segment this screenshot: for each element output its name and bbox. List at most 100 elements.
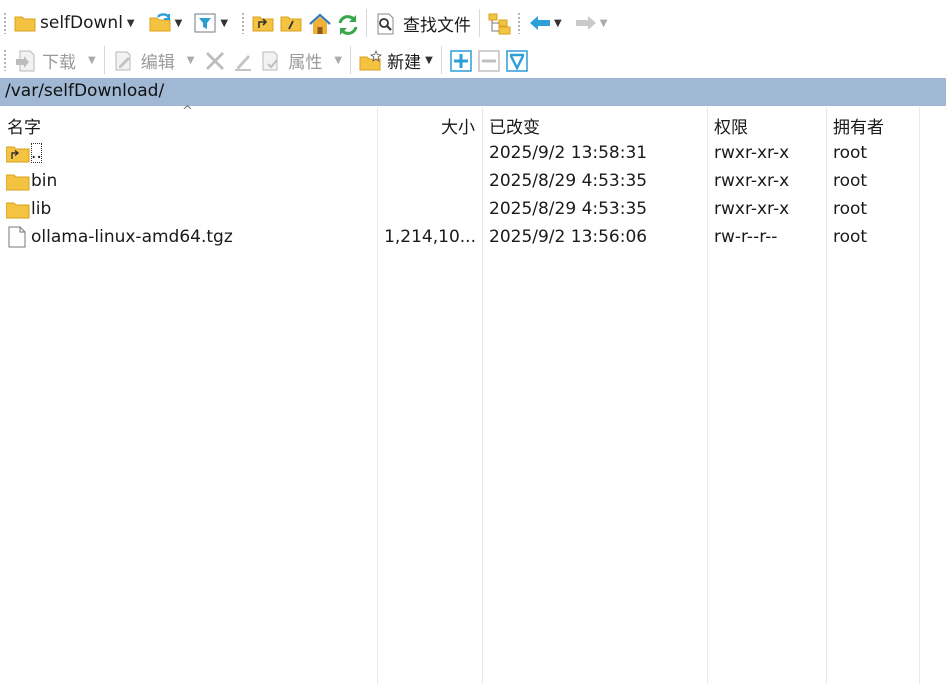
edit-button[interactable]: 编辑 ▼: [110, 45, 198, 75]
file-name: ..: [31, 143, 42, 163]
column-header-owner[interactable]: 拥有者: [833, 113, 884, 138]
file-permissions: rw-r--r--: [714, 227, 778, 247]
toolbar-separator: [350, 46, 352, 74]
find-file-icon: [375, 13, 397, 35]
filter-icon: [194, 13, 216, 33]
root-directory-button[interactable]: [277, 8, 305, 38]
file-row[interactable]: ollama-linux-amd64.tgz 1,214,10... 2025/…: [0, 224, 920, 252]
parent-directory-button[interactable]: [249, 8, 277, 38]
refresh-button[interactable]: [333, 8, 361, 38]
location-dropdown[interactable]: selfDownl ▼: [11, 8, 138, 38]
edit-label: 编辑: [140, 52, 175, 73]
download-icon: [14, 50, 36, 72]
arrow-left-icon: [528, 13, 551, 33]
file-permissions: rwxr-xr-x: [714, 199, 790, 219]
folder-icon: [5, 173, 30, 196]
parent-folder-icon: [5, 145, 30, 168]
toolbar-grip[interactable]: [241, 12, 246, 34]
minus-icon: [478, 50, 500, 72]
forward-button[interactable]: ▼: [571, 8, 611, 38]
file-permissions: rwxr-xr-x: [714, 143, 790, 163]
properties-icon: [260, 50, 282, 71]
new-button[interactable]: 新建 ▼: [356, 45, 436, 75]
root-folder-icon: [280, 13, 302, 33]
location-label: selfDownl: [40, 13, 123, 33]
plus-icon: [450, 50, 472, 72]
file-owner: root: [833, 227, 868, 247]
toolbar-separator: [103, 46, 105, 74]
new-label: 新建: [387, 52, 422, 73]
download-label: 下载: [42, 52, 76, 73]
chevron-down-icon: ▼: [126, 17, 135, 29]
toolbar-separator: [366, 9, 368, 37]
find-files-label: 查找文件: [403, 15, 472, 36]
file-size: 1,214,10...: [384, 227, 476, 247]
toolbar-grip[interactable]: [3, 12, 7, 34]
file-permissions: rwxr-xr-x: [714, 171, 790, 191]
chevron-down-icon: ▼: [88, 54, 96, 66]
chevron-down-icon: ▼: [334, 54, 343, 66]
tree-view-icon: [488, 13, 511, 35]
open-folder-refresh-icon: [149, 13, 171, 33]
file-owner: root: [833, 199, 868, 219]
invert-selection-icon: [506, 50, 528, 72]
toolbar-grip[interactable]: [3, 49, 7, 71]
path-bar[interactable]: /var/selfDownload/: [0, 78, 946, 106]
file-name: bin: [31, 171, 58, 191]
main-toolbar: selfDownl ▼ ▼ ▼ 查找文件 ▼ ▼: [0, 4, 946, 42]
file-row[interactable]: bin 2025/8/29 4:53:35 rwxr-xr-x root: [0, 168, 920, 196]
file-row[interactable]: lib 2025/8/29 4:53:35 rwxr-xr-x root: [0, 196, 920, 224]
file-name: ollama-linux-amd64.tgz: [31, 227, 233, 247]
parent-folder-icon: [252, 13, 274, 33]
current-path: /var/selfDownload/: [5, 81, 165, 101]
toolbar-separator: [440, 46, 442, 74]
toolbar-grip[interactable]: [517, 12, 522, 34]
file-modified: 2025/9/2 13:58:31: [489, 143, 648, 163]
find-files-button[interactable]: 查找文件: [372, 8, 474, 38]
column-header-name[interactable]: 名字: [7, 113, 41, 138]
properties-button[interactable]: 属性 ▼: [257, 45, 345, 75]
back-button[interactable]: ▼: [525, 8, 565, 38]
new-folder-icon: [359, 50, 383, 71]
invert-selection-button[interactable]: [503, 45, 531, 75]
folder-icon: [5, 201, 30, 224]
file-list[interactable]: 名字 ^ 大小 已改变 权限 拥有者 .. 2025/9/2 13:58:31 …: [0, 104, 946, 684]
file-modified: 2025/9/2 13:56:06: [489, 227, 648, 247]
column-header-size[interactable]: 大小: [441, 113, 475, 138]
rename-icon: [232, 50, 254, 71]
file-modified: 2025/8/29 4:53:35: [489, 199, 648, 219]
file-toolbar: 下载 ▼ 编辑 ▼ 属性 ▼ 新建 ▼: [0, 41, 946, 79]
refresh-icon: [336, 13, 358, 35]
deselect-all-button[interactable]: [475, 45, 503, 75]
file-icon: [8, 226, 26, 253]
arrow-right-icon: [574, 13, 596, 33]
home-directory-button[interactable]: [305, 8, 333, 38]
folder-icon: [14, 13, 36, 33]
sort-ascending-icon: ^: [182, 104, 193, 119]
column-header-modified[interactable]: 已改变: [489, 113, 540, 138]
chevron-down-icon: ▼: [554, 17, 562, 29]
chevron-down-icon: ▼: [174, 17, 183, 29]
edit-icon: [113, 50, 135, 71]
delete-x-icon: [204, 50, 226, 70]
open-directory-button[interactable]: ▼: [146, 8, 186, 38]
file-modified: 2025/8/29 4:53:35: [489, 171, 648, 191]
file-owner: root: [833, 143, 868, 163]
select-all-button[interactable]: [447, 45, 475, 75]
toolbar-separator: [479, 9, 481, 37]
delete-button[interactable]: [201, 45, 229, 75]
download-button[interactable]: 下载 ▼: [11, 45, 99, 75]
chevron-down-icon: ▼: [599, 17, 608, 29]
file-row[interactable]: .. 2025/9/2 13:58:31 rwxr-xr-x root: [0, 140, 920, 168]
chevron-down-icon: ▼: [220, 17, 229, 29]
column-header-permissions[interactable]: 权限: [714, 113, 748, 138]
chevron-down-icon: ▼: [186, 54, 195, 66]
file-owner: root: [833, 171, 868, 191]
properties-label: 属性: [288, 52, 323, 73]
rename-button[interactable]: [229, 45, 257, 75]
chevron-down-icon: ▼: [425, 54, 433, 66]
filter-button[interactable]: ▼: [191, 8, 231, 38]
directory-tree-button[interactable]: [485, 8, 513, 38]
home-icon: [308, 13, 331, 34]
file-name: lib: [31, 199, 52, 219]
